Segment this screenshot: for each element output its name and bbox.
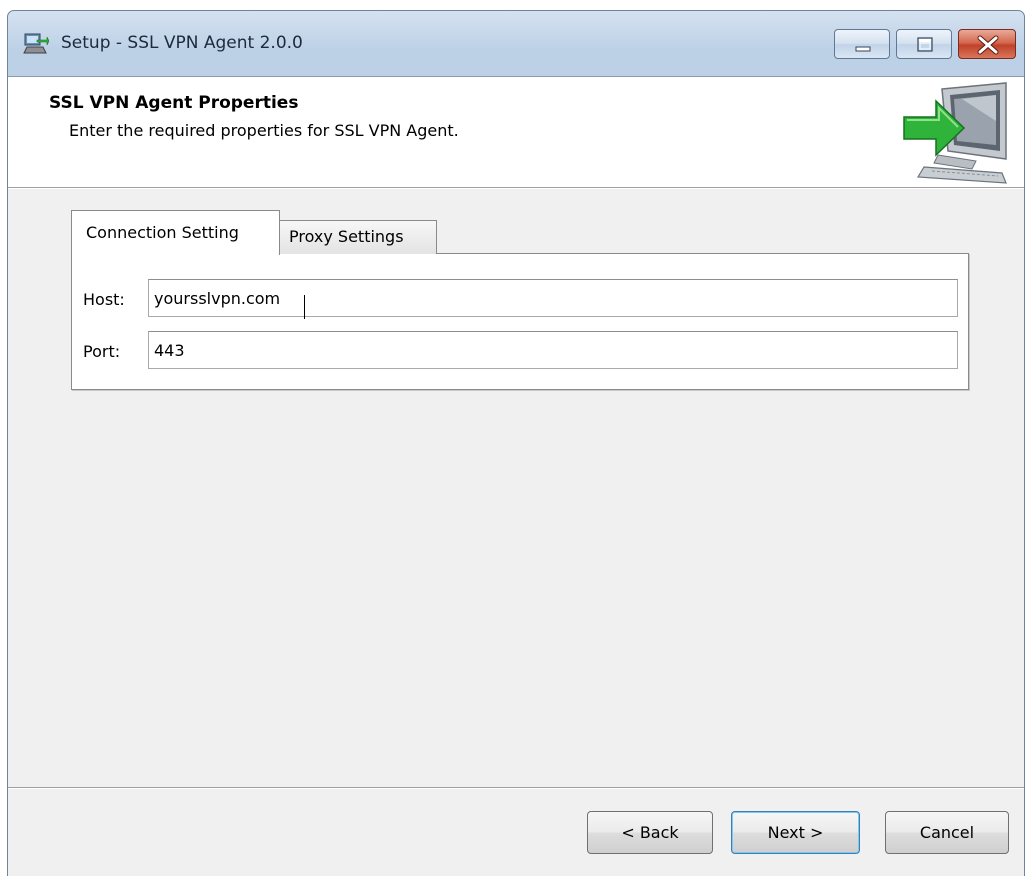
port-label: Port: — [83, 342, 121, 361]
tab-label: Proxy Settings — [289, 227, 404, 246]
window-title: Setup - SSL VPN Agent 2.0.0 — [61, 33, 303, 53]
connection-setting-panel: Host: Port: — [71, 253, 969, 390]
back-button[interactable]: < Back — [587, 811, 713, 854]
host-label: Host: — [83, 290, 125, 309]
screen: Setup - SSL VPN Agent 2.0.0 SSL VPN Agen… — [0, 0, 1025, 876]
next-button[interactable]: Next > — [731, 811, 860, 854]
wizard-header: SSL VPN Agent Properties Enter the requi… — [8, 77, 1024, 188]
minimize-icon — [855, 46, 871, 52]
setup-window: Setup - SSL VPN Agent 2.0.0 SSL VPN Agen… — [7, 10, 1025, 876]
cancel-button[interactable]: Cancel — [885, 811, 1009, 854]
page-subtitle: Enter the required properties for SSL VP… — [69, 121, 459, 140]
page-title: SSL VPN Agent Properties — [49, 93, 299, 113]
minimize-button[interactable] — [834, 29, 890, 59]
host-input[interactable] — [148, 279, 958, 317]
maximize-button[interactable] — [896, 29, 952, 59]
title-bar[interactable]: Setup - SSL VPN Agent 2.0.0 — [8, 11, 1024, 76]
tab-label: Connection Setting — [86, 223, 239, 242]
footer-divider — [8, 787, 1024, 789]
close-button[interactable] — [958, 29, 1016, 59]
computer-install-arrow-icon — [903, 82, 1007, 184]
text-caret — [304, 295, 305, 319]
close-icon — [977, 35, 999, 55]
port-input[interactable] — [148, 331, 958, 369]
wizard-client-area: SSL VPN Agent Properties Enter the requi… — [8, 76, 1024, 876]
setup-installer-icon — [23, 33, 49, 54]
tab-proxy-settings[interactable]: Proxy Settings — [279, 220, 437, 254]
maximize-icon — [917, 37, 933, 52]
caption-buttons — [834, 29, 1016, 59]
tab-connection-setting[interactable]: Connection Setting — [71, 210, 280, 255]
